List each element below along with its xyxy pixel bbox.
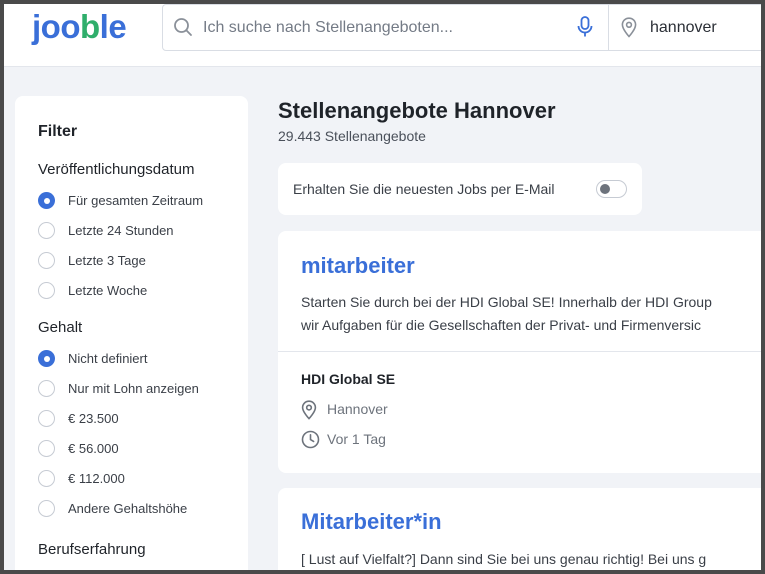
option-label: Nur mit Lohn anzeigen <box>68 381 199 396</box>
clock-icon <box>301 430 320 452</box>
date-option-3-days[interactable]: Letzte 3 Tage <box>38 251 238 273</box>
job-title-link[interactable]: mitarbeiter <box>301 253 415 279</box>
job-posted-text: Vor 1 Tag <box>327 431 386 447</box>
option-label: Andere Gehaltshöhe <box>68 501 188 516</box>
email-alert-card: Erhalten Sie die neuesten Jobs per E-Mai… <box>278 163 642 215</box>
job-posted-date: Vor 1 Tag <box>301 430 501 452</box>
salary-option-undefined[interactable]: Nicht definiert <box>38 349 238 371</box>
job-description-line: wir Aufgaben für die Gesellschaften der … <box>301 317 701 333</box>
option-label: € 56.000 <box>68 441 119 456</box>
location-input[interactable]: hannover <box>650 19 717 37</box>
option-label: Letzte Woche <box>68 283 148 298</box>
page-title: Stellenangebote Hannover <box>278 98 556 123</box>
job-location-text: Hannover <box>327 401 388 417</box>
email-alert-label: Erhalten Sie die neuesten Jobs per E-Mai… <box>293 181 555 197</box>
salary-filter-heading: Gehalt <box>38 319 83 336</box>
radio-unselected <box>38 380 55 397</box>
date-filter-heading: Veröffentlichungsdatum <box>38 161 195 178</box>
logo-text-suffix: le <box>99 8 127 45</box>
radio-unselected <box>38 410 55 427</box>
option-label: Letzte 3 Tage <box>68 253 146 268</box>
date-option-last-week[interactable]: Letzte Woche <box>38 281 238 303</box>
salary-option-other[interactable]: Andere Gehaltshöhe <box>38 499 238 521</box>
salary-option-112000[interactable]: € 112.000 <box>38 469 238 491</box>
radio-unselected <box>38 222 55 239</box>
option-label: € 23.500 <box>68 411 119 426</box>
filter-title: Filter <box>38 123 78 140</box>
job-location: Hannover <box>301 400 501 423</box>
job-title-link[interactable]: Mitarbeiter*in <box>301 509 442 535</box>
job-description-line: [ Lust auf Vielfalt?] Dann sind Sie bei … <box>301 551 707 567</box>
option-label: Nicht definiert <box>68 351 148 366</box>
date-option-all-time[interactable]: Für gesamten Zeitraum <box>38 191 238 213</box>
salary-option-56000[interactable]: € 56.000 <box>38 439 238 461</box>
logo-text-prefix: joo <box>32 8 80 45</box>
option-label: € 112.000 <box>68 471 125 486</box>
company-name: HDI Global SE <box>301 371 396 387</box>
app-frame: jooble Ich suche nach Stellenangeboten..… <box>4 4 761 570</box>
radio-unselected <box>38 500 55 517</box>
radio-unselected <box>38 440 55 457</box>
radio-selected <box>38 350 55 367</box>
filter-sidebar: Filter Veröffentlichungsdatum Für gesamt… <box>15 96 248 570</box>
card-divider <box>278 351 761 352</box>
job-description-line: Starten Sie durch bei der HDI Global SE!… <box>301 294 712 310</box>
option-label: Für gesamten Zeitraum <box>68 193 204 208</box>
location-pin-icon <box>301 400 317 423</box>
salary-option-with-wage[interactable]: Nur mit Lohn anzeigen <box>38 379 238 401</box>
logo-text-mark: b <box>79 8 100 45</box>
search-box: Ich suche nach Stellenangeboten... hanno… <box>162 4 761 51</box>
search-icon <box>173 17 193 42</box>
toggle-knob <box>600 184 610 194</box>
date-option-24h[interactable]: Letzte 24 Stunden <box>38 221 238 243</box>
radio-selected <box>38 192 55 209</box>
option-label: Letzte 24 Stunden <box>68 223 174 238</box>
radio-unselected <box>38 252 55 269</box>
experience-filter-heading: Berufserfahrung <box>38 541 146 558</box>
job-card: mitarbeiter Starten Sie durch bei der HD… <box>278 231 761 473</box>
search-separator <box>608 5 609 50</box>
job-card: Mitarbeiter*in [ Lust auf Vielfalt?] Dan… <box>278 488 761 570</box>
results-count: 29.443 Stellenangebote <box>278 128 426 144</box>
email-alert-toggle[interactable] <box>596 180 627 198</box>
radio-unselected <box>38 282 55 299</box>
radio-unselected <box>38 470 55 487</box>
salary-option-23500[interactable]: € 23.500 <box>38 409 238 431</box>
top-bar: jooble Ich suche nach Stellenangeboten..… <box>4 4 761 67</box>
search-input[interactable]: Ich suche nach Stellenangeboten... <box>203 19 453 37</box>
jooble-logo[interactable]: jooble <box>32 8 127 46</box>
location-pin-icon <box>621 17 637 43</box>
microphone-icon[interactable] <box>577 16 593 43</box>
